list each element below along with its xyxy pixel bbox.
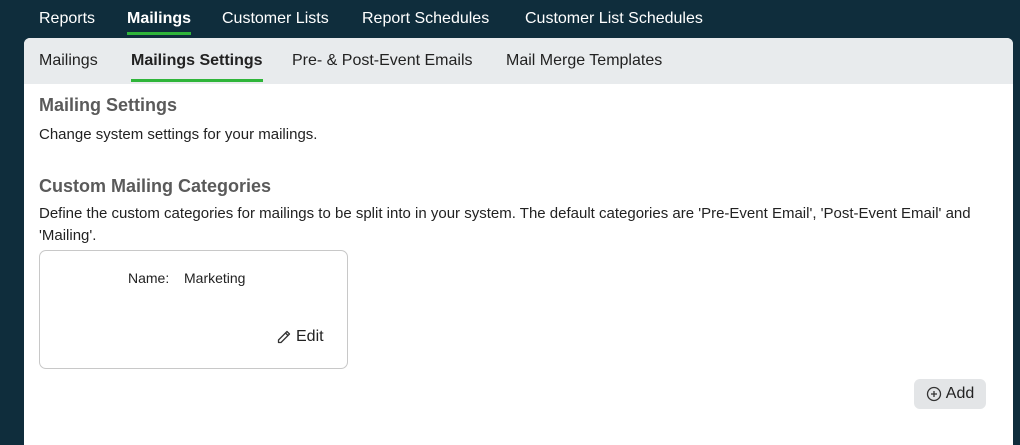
add-label: Add (945, 385, 975, 402)
custom-categories-description: Define the custom categories for mailing… (39, 205, 971, 244)
category-card: Name: Marketing Edit (39, 250, 348, 369)
subtab-mailings[interactable]: Mailings (39, 51, 98, 71)
edit-label: Edit (296, 328, 324, 345)
edit-category-button[interactable]: Edit (276, 328, 324, 346)
tab-report-schedules[interactable]: Report Schedules (362, 9, 489, 29)
category-name-value: Marketing (184, 270, 246, 286)
custom-categories-title: Custom Mailing Categories (39, 176, 272, 196)
main-panel: Mailings Mailings Settings Pre- & Post-E… (24, 38, 1013, 445)
top-navigation: Reports Mailings Customer Lists Report S… (0, 0, 1020, 38)
sub-navigation: Mailings Mailings Settings Pre- & Post-E… (24, 38, 1013, 84)
tab-customer-lists[interactable]: Customer Lists (222, 9, 329, 29)
tab-customer-list-schedules[interactable]: Customer List Schedules (525, 9, 703, 29)
category-name-label: Name: (128, 270, 170, 286)
mailing-settings-title: Mailing Settings (39, 95, 178, 115)
subtab-mailings-settings[interactable]: Mailings Settings (131, 51, 263, 82)
tab-reports[interactable]: Reports (39, 9, 95, 29)
plus-circle-icon (926, 386, 941, 402)
tab-mailings[interactable]: Mailings (127, 9, 192, 35)
subtab-pre-post-event-emails[interactable]: Pre- & Post-Event Emails (292, 51, 473, 71)
subtab-mail-merge-templates[interactable]: Mail Merge Templates (506, 51, 662, 71)
pencil-icon (277, 330, 291, 344)
mailing-settings-description: Change system settings for your mailings… (39, 126, 318, 143)
add-category-button[interactable]: Add (914, 379, 986, 409)
